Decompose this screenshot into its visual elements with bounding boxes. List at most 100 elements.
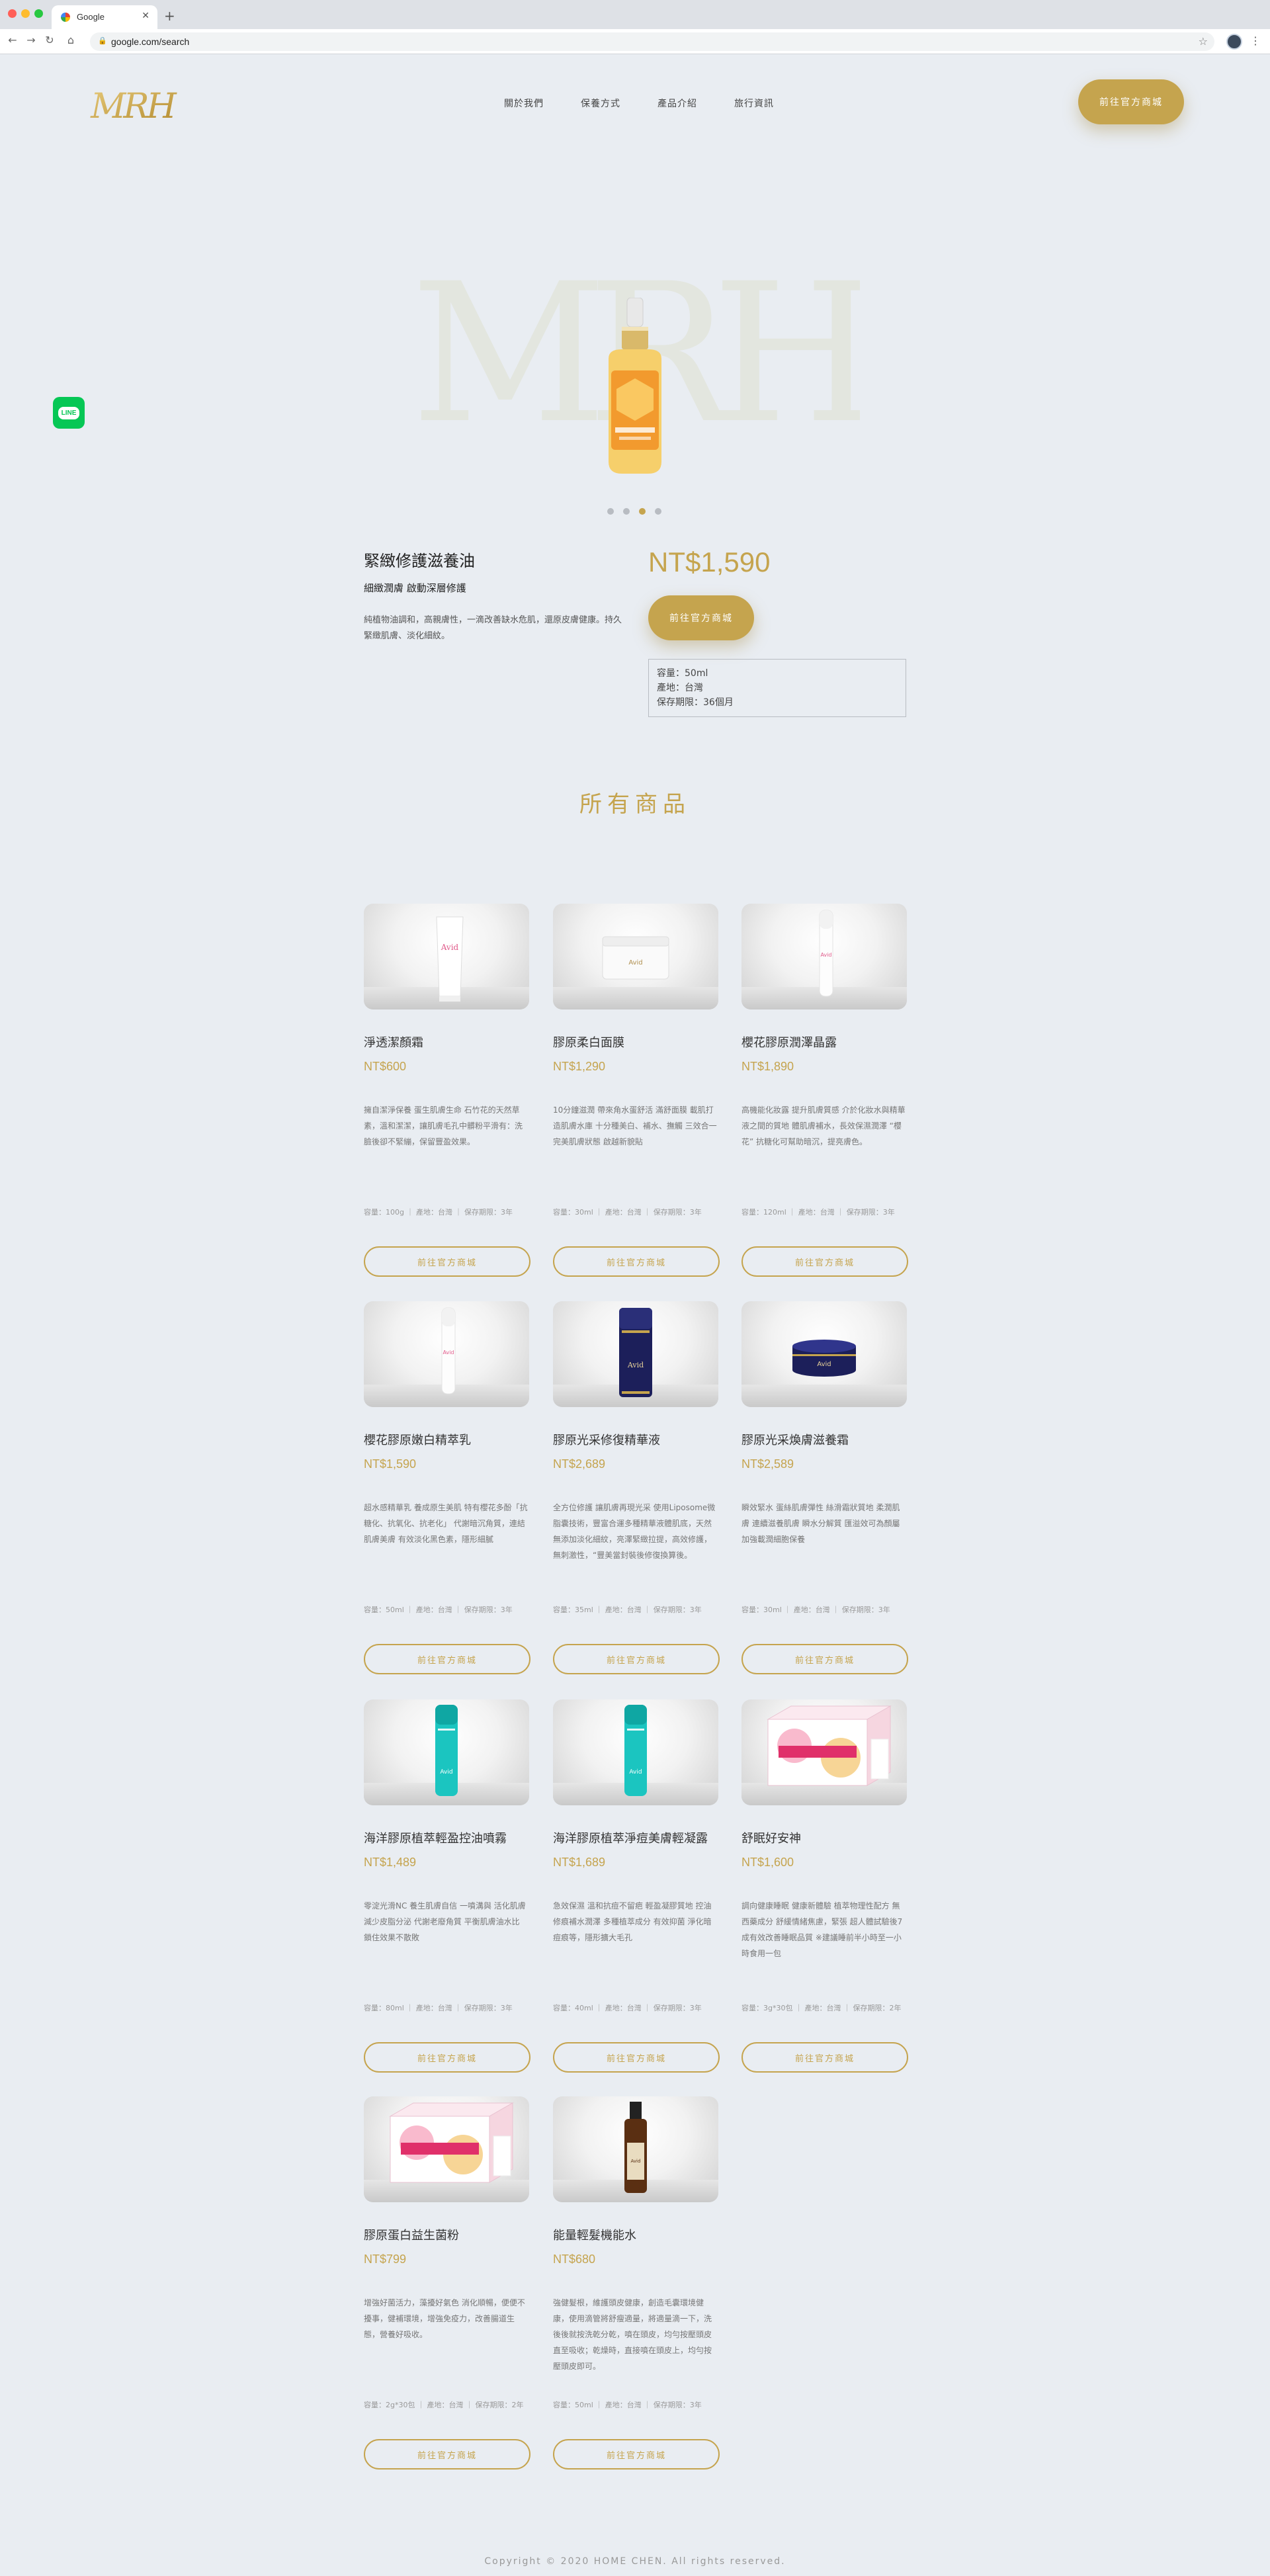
browser-tab[interactable]: Google ✕ xyxy=(52,5,157,29)
product-price: NT$1,489 xyxy=(364,1856,417,1869)
product-shop-button[interactable]: 前往官方商城 xyxy=(741,2042,908,2073)
svg-text:Avid: Avid xyxy=(441,943,459,952)
product-description: 高機能化妝露 提升肌膚質感 介於化妝水與精華液之間的質地 體肌膚補水，長效保濕潤… xyxy=(741,1105,906,1146)
product-card: Avid 膠原光采修復精華液 NT$2,689 全方位修護 讓肌膚再現光采 使用Lip… xyxy=(553,1301,721,1674)
product-specs: 容量：30ml ｜ 產地：台灣 ｜ 保存期限：3年 xyxy=(741,1606,890,1614)
product-card: Avid 海洋膠原植萃淨痘美膚輕凝露 NT$1,689 急效保濕 溫和抗痘不留疤 輕盈… xyxy=(553,1699,721,2073)
product-name: 舒眠好安神 xyxy=(741,1832,801,1846)
product-image[interactable]: Avid xyxy=(741,904,907,1009)
product-name: 膠原光采修復精華液 xyxy=(553,1434,660,1447)
featured-shop-button[interactable]: 前往官方商城 xyxy=(648,595,754,640)
product-price: NT$600 xyxy=(364,1060,407,1073)
footer-copyright: Copyright © 2020 HOME CHEN. All rights r… xyxy=(484,2556,786,2567)
featured-subtitle: 細緻潤膚 啟動深層修護 xyxy=(364,582,466,594)
minimize-window-icon[interactable] xyxy=(21,9,30,18)
nav-travel[interactable]: 旅行資訊 xyxy=(734,97,774,110)
nav-about[interactable]: 關於我們 xyxy=(504,97,544,110)
tab-close-icon[interactable]: ✕ xyxy=(142,11,149,21)
product-shop-button[interactable]: 前往官方商城 xyxy=(364,2439,530,2469)
product-shop-button[interactable]: 前往官方商城 xyxy=(553,1644,720,1674)
product-description: 強健髮根，維護頭皮健康，創造毛囊環境健康，使用滴管將舒瘦適量，將適量滴一下，洗後… xyxy=(553,2298,712,2371)
product-image[interactable] xyxy=(364,2096,529,2202)
product-shop-button[interactable]: 前往官方商城 xyxy=(741,1246,908,1277)
carousel-dots xyxy=(607,508,661,515)
product-image[interactable]: Avid xyxy=(553,1301,718,1407)
product-shop-button[interactable]: 前往官方商城 xyxy=(741,1644,908,1674)
product-description: 超水感精華乳 養成原生美肌 特有櫻花多酚「抗糖化、抗氧化、抗老化」 代謝暗沉角質… xyxy=(364,1503,528,1544)
product-name: 海洋膠原植萃淨痘美膚輕凝露 xyxy=(553,1832,708,1846)
nav-care[interactable]: 保養方式 xyxy=(581,97,620,110)
product-name: 膠原光采煥膚滋養霜 xyxy=(741,1434,849,1447)
product-image[interactable]: Avid xyxy=(553,2096,718,2202)
product-card: Avid 海洋膠原植萃輕盈控油噴霧 NT$1,489 零淀光滑NC 養生肌膚自信 一噴… xyxy=(364,1699,532,2073)
forward-icon[interactable]: → xyxy=(24,34,38,46)
product-description: 擁自潔淨保養 蛋生肌膚生命 石竹花的天然草素，溫和潔潔，讓肌膚毛孔中髒粉平滑有：… xyxy=(364,1105,523,1146)
url-text: google.com/search xyxy=(111,36,190,47)
product-shop-button[interactable]: 前往官方商城 xyxy=(553,1246,720,1277)
product-shop-button[interactable]: 前往官方商城 xyxy=(553,2439,720,2469)
carousel-dot-active[interactable] xyxy=(639,508,646,515)
featured-description: 純植物油調和，高親膚性，一滴改善缺水危肌，還原皮膚健康。持久緊緻肌膚、淡化細紋。 xyxy=(364,615,622,641)
product-shop-button[interactable]: 前往官方商城 xyxy=(553,2042,720,2073)
product-name: 能量輕髮機能水 xyxy=(553,2229,636,2243)
product-price: NT$1,590 xyxy=(364,1457,417,1471)
reload-icon[interactable]: ↻ xyxy=(42,34,57,46)
svg-text:Avid: Avid xyxy=(817,1361,831,1368)
home-icon[interactable]: ⌂ xyxy=(64,34,78,46)
product-description: 增強好菌活力，藻擾好氣色 消化順暢，便便不擾事，健補環境，增強免疫力，改善腸道生… xyxy=(364,2298,525,2339)
product-specs: 容量：120ml ｜ 產地：台灣 ｜ 保存期限：3年 xyxy=(741,1208,895,1217)
product-image[interactable] xyxy=(741,1699,907,1805)
address-bar[interactable]: 🔒 google.com/search ☆ xyxy=(90,32,1214,51)
google-favicon-icon xyxy=(61,13,70,22)
browser-menu-icon[interactable]: ⋮ xyxy=(1250,34,1261,47)
product-shop-button[interactable]: 前往官方商城 xyxy=(364,1644,530,1674)
product-specs: 容量：50ml ｜ 產地：台灣 ｜ 保存期限：3年 xyxy=(553,2401,702,2409)
product-description: 調向健康睡眠 健康新體驗 植萃物理性配方 無西藥成分 舒緩情緒焦慮，緊張 超人體… xyxy=(741,1901,903,1958)
product-card: Avid 能量輕髮機能水 NT$680 強健髮根，維護頭皮健康，創造毛囊環境健康，使用… xyxy=(553,2096,721,2469)
product-price: NT$2,689 xyxy=(553,1457,606,1471)
carousel-dot[interactable] xyxy=(623,508,630,515)
profile-avatar[interactable] xyxy=(1226,34,1242,50)
product-card: Avid 淨透潔顏霜 NT$600 擁自潔淨保養 蛋生肌膚生命 石竹花的天然草素，溫和… xyxy=(364,904,532,1277)
line-chat-button[interactable]: LINE xyxy=(53,397,85,429)
product-description: 瞬效緊水 蛋絲肌膚彈性 絲滑霜狀質地 柔潤肌膚 連續滋養肌膚 瞬水分解質 匯溢效… xyxy=(741,1503,900,1544)
product-specs: 容量：2g*30包 ｜ 產地：台灣 ｜ 保存期限：2年 xyxy=(364,2401,524,2409)
product-name: 海洋膠原植萃輕盈控油噴霧 xyxy=(364,1832,507,1846)
product-image[interactable]: Avid xyxy=(553,1699,718,1805)
nav-products[interactable]: 產品介紹 xyxy=(657,97,697,110)
back-icon[interactable]: ← xyxy=(5,34,20,46)
product-card: Avid 櫻花膠原潤澤晶露 NT$1,890 高機能化妝露 提升肌膚質感 介於化妝水與… xyxy=(741,904,910,1277)
spec-shelf-life: 保存期限：36個月 xyxy=(657,697,734,708)
new-tab-icon[interactable]: + xyxy=(164,8,175,24)
main-nav: 關於我們 保養方式 產品介紹 旅行資訊 xyxy=(504,97,774,110)
maximize-window-icon[interactable] xyxy=(34,9,43,18)
product-card: Avid 膠原柔白面膜 NT$1,290 10分鐘滋潤 帶來角水蛋舒活 滿舒面膜 載肌… xyxy=(553,904,721,1277)
product-specs: 容量：50ml ｜ 產地：台灣 ｜ 保存期限：3年 xyxy=(364,1606,513,1614)
carousel-dot[interactable] xyxy=(655,508,661,515)
product-price: NT$1,290 xyxy=(553,1060,606,1073)
bookmark-star-icon[interactable]: ☆ xyxy=(1199,35,1208,48)
product-specs: 容量：35ml ｜ 產地：台灣 ｜ 保存期限：3年 xyxy=(553,1606,702,1614)
product-image[interactable]: Avid xyxy=(364,1301,529,1407)
spec-origin: 產地：台灣 xyxy=(657,683,703,693)
product-image[interactable]: Avid xyxy=(364,904,529,1009)
product-name: 櫻花膠原嫩白精萃乳 xyxy=(364,1434,471,1447)
carousel-dot[interactable] xyxy=(607,508,614,515)
logo-text: MRH xyxy=(90,87,177,126)
svg-text:Avid: Avid xyxy=(628,959,642,966)
svg-text:Avid: Avid xyxy=(627,1361,644,1369)
product-card: Avid 膠原光采煥膚滋養霜 NT$2,589 瞬效緊水 蛋絲肌膚彈性 絲滑霜狀質地 … xyxy=(741,1301,910,1674)
all-products-title: 所有商品 xyxy=(579,791,691,818)
product-image[interactable]: Avid xyxy=(553,904,718,1009)
browser-toolbar: ← → ↻ ⌂ 🔒 google.com/search ☆ ⋮ xyxy=(0,29,1270,54)
product-name: 櫻花膠原潤澤晶露 xyxy=(741,1036,837,1050)
product-name: 膠原蛋白益生菌粉 xyxy=(364,2229,459,2243)
product-specs: 容量：80ml ｜ 產地：台灣 ｜ 保存期限：3年 xyxy=(364,2004,513,2012)
mrh-logo[interactable]: MRH xyxy=(86,82,179,128)
product-shop-button[interactable]: 前往官方商城 xyxy=(364,1246,530,1277)
close-window-icon[interactable] xyxy=(8,9,17,18)
product-shop-button[interactable]: 前往官方商城 xyxy=(364,2042,530,2073)
header-shop-button[interactable]: 前往官方商城 xyxy=(1078,79,1184,124)
product-image[interactable]: Avid xyxy=(364,1699,529,1805)
product-image[interactable]: Avid xyxy=(741,1301,907,1407)
